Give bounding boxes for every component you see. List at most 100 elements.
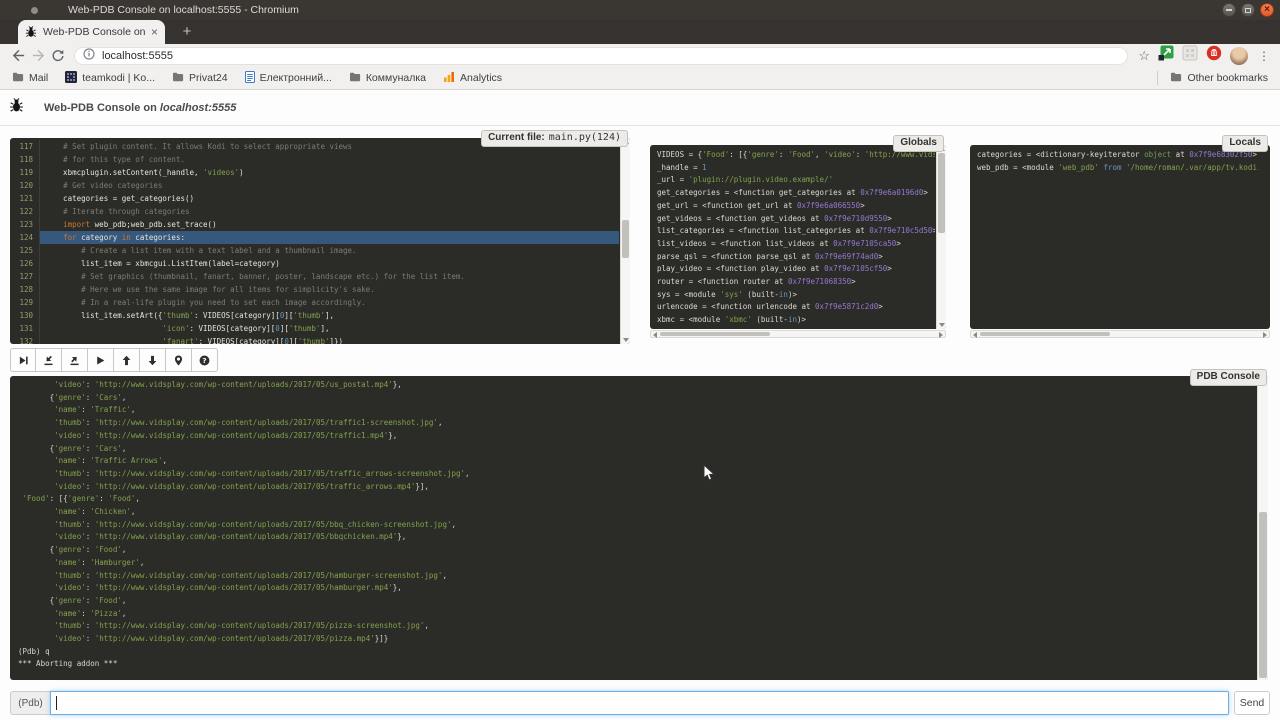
console-line: 'thumb': 'http://www.vidsplay.com/wp-con… bbox=[18, 570, 1255, 583]
step-button[interactable] bbox=[36, 348, 62, 372]
bookmark-item[interactable]: Analytics bbox=[443, 71, 502, 86]
analytics-favicon bbox=[443, 71, 455, 86]
web-page: Web-PDB Console on localhost:5555 Curren… bbox=[0, 90, 1280, 720]
browser-window: Web-PDB Console on localhost:5555 - Chro… bbox=[0, 0, 1280, 720]
variable-line: categories = <dictionary-keyiterator obj… bbox=[977, 149, 1259, 162]
globals-hscrollbar[interactable] bbox=[650, 330, 946, 338]
console-line: {'genre': 'Food', bbox=[18, 595, 1255, 608]
line-number: 120 bbox=[10, 179, 40, 192]
bookmark-item[interactable]: Privat24 bbox=[172, 72, 228, 85]
console-line: 'video': 'http://www.vidsplay.com/wp-con… bbox=[18, 531, 1255, 544]
bookmark-item[interactable]: Електронний... bbox=[245, 71, 332, 86]
code-scrollbar[interactable] bbox=[620, 138, 630, 344]
scrollbar-thumb[interactable] bbox=[938, 153, 945, 233]
code-line: 121 categories = get_categories() bbox=[10, 192, 619, 205]
forward-icon[interactable] bbox=[28, 46, 48, 66]
bookmark-label: teamkodi | Ko... bbox=[82, 72, 155, 84]
step-into-icon bbox=[43, 355, 54, 366]
scrollbar-thumb[interactable] bbox=[1259, 512, 1267, 678]
locals-tab: Locals bbox=[1222, 135, 1268, 152]
minimize-button[interactable] bbox=[1222, 3, 1236, 17]
code-line: 119 xbmcplugin.setContent(_handle, 'vide… bbox=[10, 166, 619, 179]
extension-icon-red[interactable] bbox=[1206, 45, 1222, 66]
tab-close-icon[interactable]: × bbox=[151, 26, 158, 38]
line-number: 124 bbox=[10, 231, 40, 244]
next-button[interactable] bbox=[10, 348, 36, 372]
variable-line: _url = 'plugin://plugin.video.example/' bbox=[657, 174, 935, 187]
bug-icon bbox=[9, 98, 24, 118]
code-line: 122 # Iterate through categories bbox=[10, 205, 619, 218]
omnibox[interactable]: localhost:5555 bbox=[74, 47, 1128, 65]
extension-icon-gray[interactable] bbox=[1182, 45, 1198, 66]
code-line: 128 # Here we use the same image for all… bbox=[10, 283, 619, 296]
globals-scrollbar[interactable] bbox=[936, 145, 946, 329]
code-line: 131 'icon': VIDEOS[category][0]['thumb']… bbox=[10, 322, 619, 335]
where-button[interactable] bbox=[166, 348, 192, 372]
line-number: 129 bbox=[10, 296, 40, 309]
bookmark-item[interactable]: teamkodi | Ko... bbox=[65, 71, 155, 86]
avatar[interactable] bbox=[1230, 47, 1248, 65]
bookmark-item[interactable]: Коммуналка bbox=[349, 72, 426, 85]
help-button[interactable]: ? bbox=[192, 348, 218, 372]
new-tab-button[interactable]: + bbox=[174, 23, 200, 41]
bookmark-star-icon[interactable]: ☆ bbox=[1138, 49, 1150, 62]
browser-tab[interactable]: Web-PDB Console on loca × bbox=[18, 20, 165, 44]
line-number: 131 bbox=[10, 322, 40, 335]
variable-line: _handle = 1 bbox=[657, 162, 935, 175]
line-number: 119 bbox=[10, 166, 40, 179]
variable-line: get_categories = <function get_categorie… bbox=[657, 187, 935, 200]
return-button[interactable] bbox=[62, 348, 88, 372]
info-icon[interactable] bbox=[83, 47, 95, 65]
pdb-command-input[interactable] bbox=[50, 691, 1229, 715]
code-line: 123 import web_pdb;web_pdb.set_trace() bbox=[10, 218, 619, 231]
reload-icon[interactable] bbox=[48, 46, 68, 66]
kebab-menu-icon[interactable]: ⋮ bbox=[1256, 50, 1272, 62]
line-number: 117 bbox=[10, 140, 40, 153]
scrollbar-thumb[interactable] bbox=[660, 332, 770, 336]
console-line: {'genre': 'Cars', bbox=[18, 443, 1255, 456]
extension-icon-green[interactable] bbox=[1158, 45, 1174, 66]
line-number: 121 bbox=[10, 192, 40, 205]
window-title: Web-PDB Console on localhost:5555 - Chro… bbox=[68, 4, 299, 16]
console-line: (Pdb) q bbox=[18, 646, 1255, 659]
step-out-icon bbox=[69, 355, 80, 366]
up-button[interactable] bbox=[114, 348, 140, 372]
maximize-button[interactable] bbox=[1241, 3, 1255, 17]
doc-favicon bbox=[245, 71, 255, 86]
console-line: 'video': 'http://www.vidsplay.com/wp-con… bbox=[18, 633, 1255, 646]
scrollbar-thumb[interactable] bbox=[622, 220, 629, 258]
continue-button[interactable] bbox=[88, 348, 114, 372]
other-bookmarks[interactable]: Other bookmarks bbox=[1170, 72, 1268, 85]
help-icon: ? bbox=[199, 355, 210, 366]
text-caret bbox=[56, 696, 57, 710]
folder-icon bbox=[172, 72, 184, 85]
line-number: 130 bbox=[10, 309, 40, 322]
page-header: Web-PDB Console on localhost:5555 bbox=[0, 90, 1280, 126]
code-line: 118 # for this type of content. bbox=[10, 153, 619, 166]
line-number: 127 bbox=[10, 270, 40, 283]
close-button[interactable]: × bbox=[1260, 3, 1274, 17]
code-line: 127 # Set graphics (thumbnail, fanart, b… bbox=[10, 270, 619, 283]
page-title: Web-PDB Console on localhost:5555 bbox=[44, 102, 236, 114]
url-text: localhost:5555 bbox=[102, 50, 173, 62]
line-number: 123 bbox=[10, 218, 40, 231]
code-panel: Current file:main.py(124) 117 # Set plug… bbox=[10, 138, 630, 344]
bookmark-item[interactable]: Mail bbox=[12, 72, 48, 85]
debug-toolbar: ? bbox=[10, 348, 218, 372]
console-scrollbar[interactable] bbox=[1257, 376, 1268, 680]
variable-line: list_videos = <function list_videos at 0… bbox=[657, 238, 935, 251]
scrollbar-thumb[interactable] bbox=[980, 332, 1110, 336]
variable-line: get_videos = <function get_videos at 0x7… bbox=[657, 213, 935, 226]
variable-line: web_pdb = <module 'web_pdb' from '/home/… bbox=[977, 162, 1259, 175]
variable-line: xbmc = <module 'xbmc' (built-in)> bbox=[657, 314, 935, 327]
line-number: 126 bbox=[10, 257, 40, 270]
back-icon[interactable] bbox=[8, 46, 28, 66]
bookmark-label: Analytics bbox=[460, 72, 502, 84]
bookmark-label: Коммуналка bbox=[366, 72, 426, 84]
tab-title: Web-PDB Console on loca bbox=[43, 26, 148, 38]
console-line: 'name': 'Chicken', bbox=[18, 506, 1255, 519]
locals-hscrollbar[interactable] bbox=[970, 330, 1270, 338]
send-button[interactable]: Send bbox=[1234, 691, 1270, 715]
window-titlebar: Web-PDB Console on localhost:5555 - Chro… bbox=[0, 0, 1280, 20]
down-button[interactable] bbox=[140, 348, 166, 372]
